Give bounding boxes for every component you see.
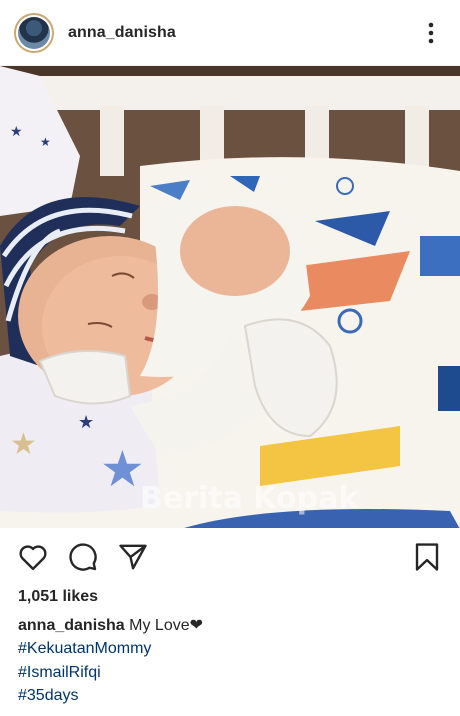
avatar-image [18,16,50,49]
avatar[interactable] [14,12,54,53]
more-options-icon[interactable] [416,18,446,48]
bookmark-icon[interactable] [412,542,442,572]
likes-count[interactable]: 1,051 likes [0,588,460,606]
share-icon[interactable] [118,542,148,572]
hashtag-ismailrifqi[interactable]: #IsmailRifqi [18,661,442,685]
header-username[interactable]: anna_danisha [68,24,416,42]
heart-icon[interactable] [18,542,48,572]
caption: anna_danisha My Love❤ [0,614,460,637]
caption-username[interactable]: anna_danisha [18,617,125,634]
svg-text:★: ★ [78,412,94,433]
post-header: anna_danisha [0,0,460,66]
svg-text:★: ★ [10,124,23,140]
svg-text:★: ★ [40,135,51,149]
hashtag-list: #KekuatanMommy #IsmailRifqi #35days [0,637,460,708]
post-photo[interactable]: ★ ★ ★ ★ ★ Berita Kopak [0,66,460,528]
caption-text: My Love [129,617,190,634]
hashtag-35days[interactable]: #35days [18,684,442,708]
action-bar [0,528,460,586]
watermark-text: Berita Kopak [140,481,359,516]
hashtag-kekuatanmommy[interactable]: #KekuatanMommy [18,637,442,661]
svg-text:★: ★ [10,427,37,462]
heart-emoji: ❤ [189,617,204,634]
comment-icon[interactable] [68,542,98,572]
svg-text:★: ★ [100,440,145,498]
